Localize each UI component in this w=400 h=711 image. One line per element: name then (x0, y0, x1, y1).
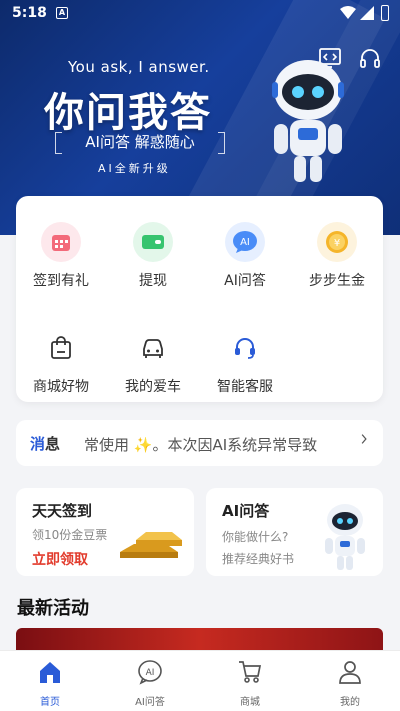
hero-subtitle: AI问答 解惑随心 (55, 130, 225, 154)
app-notification-icon: A (56, 7, 68, 19)
grid-item-label: 提现 (139, 273, 167, 289)
grid-item-label: AI问答 (224, 273, 266, 289)
calendar-icon (41, 222, 81, 262)
message-notice-bar[interactable]: 消息 常使用 ✨。本次因AI系统异常导致 (16, 420, 383, 466)
coin-icon: ¥ (317, 222, 357, 262)
profile-icon (339, 661, 361, 684)
status-time: 5:18 (12, 5, 47, 21)
notice-tag-part2: 息 (45, 435, 61, 453)
checkin-promo-title: 天天签到 (32, 502, 93, 520)
signal-icon (360, 6, 374, 20)
hero-tagline: You ask, I answer. (68, 58, 210, 76)
grid-item-step-gold[interactable]: ¥ 步步生金 (292, 222, 382, 290)
claim-now-button[interactable]: 立即领取 (32, 549, 88, 569)
nav-mall[interactable]: 商城 (200, 659, 300, 708)
bottom-navigation: 首页 AI AI问答 商城 我的 (0, 650, 400, 711)
feature-grid-card: 签到有礼 提现 AI AI问答 ¥ 步步生金 商城好物 我的爱车 智能客服 (16, 196, 383, 402)
notice-tag-part1: 消 (30, 435, 46, 453)
ai-promo-subtitle2: 推荐经典好书 (222, 552, 295, 566)
nav-home[interactable]: 首页 (0, 659, 100, 708)
checkin-promo-subtitle: 领10份金豆票 (32, 528, 108, 542)
grid-item-label: 智能客服 (217, 379, 273, 395)
grid-item-label: 步步生金 (309, 273, 365, 289)
ai-chat-icon: AI (225, 222, 265, 262)
svg-text:AI: AI (240, 237, 250, 248)
battery-icon (381, 5, 389, 21)
grid-item-my-car[interactable]: 我的爱车 (108, 328, 198, 396)
grid-item-ai-qa[interactable]: AI AI问答 (200, 222, 290, 290)
notice-message: 常使用 ✨。本次因AI系统异常导致 (84, 436, 318, 454)
nav-profile[interactable]: 我的 (300, 659, 400, 708)
notice-tag: 消息 (30, 433, 60, 454)
checkin-promo-card[interactable]: 天天签到 领10份金豆票 立即领取 (16, 488, 194, 576)
headset-icon (225, 328, 265, 368)
ai-qa-promo-card[interactable]: AI问答 你能做什么? 推荐经典好书 (206, 488, 383, 576)
ai-chat-icon: AI (138, 660, 162, 685)
grid-item-mall[interactable]: 商城好物 (16, 328, 106, 396)
status-bar: 5:18 A (0, 0, 400, 28)
car-icon (133, 328, 173, 368)
gold-bars-illustration (120, 532, 182, 558)
grid-item-label: 签到有礼 (33, 273, 89, 289)
cart-icon (239, 661, 262, 683)
nav-label: AI问答 (135, 697, 165, 708)
ai-promo-title: AI问答 (222, 502, 270, 520)
nav-label: 我的 (340, 697, 360, 708)
headphones-icon[interactable] (358, 46, 382, 70)
nav-label: 商城 (240, 697, 260, 708)
grid-item-customer-service[interactable]: 智能客服 (200, 328, 290, 396)
chevron-right-icon[interactable] (359, 434, 369, 444)
svg-text:¥: ¥ (334, 238, 340, 249)
grid-item-label: 商城好物 (33, 379, 89, 395)
section-title-latest-activities: 最新活动 (17, 598, 89, 619)
svg-text:AI: AI (146, 668, 155, 678)
robot-mascot-illustration (272, 60, 344, 182)
robot-mascot-illustration (325, 504, 365, 570)
ai-promo-subtitle1: 你能做什么? (222, 530, 289, 544)
grid-item-withdraw[interactable]: 提现 (108, 222, 198, 290)
wifi-icon (340, 6, 356, 19)
cash-icon (133, 222, 173, 262)
nav-ai-qa[interactable]: AI AI问答 (100, 659, 200, 708)
grid-item-checkin[interactable]: 签到有礼 (16, 222, 106, 290)
grid-item-label: 我的爱车 (125, 379, 181, 395)
hero-upgrade-text: AI全新升级 (98, 162, 171, 175)
home-icon (40, 662, 60, 683)
nav-label: 首页 (40, 697, 60, 708)
shopping-bag-icon (41, 328, 81, 368)
